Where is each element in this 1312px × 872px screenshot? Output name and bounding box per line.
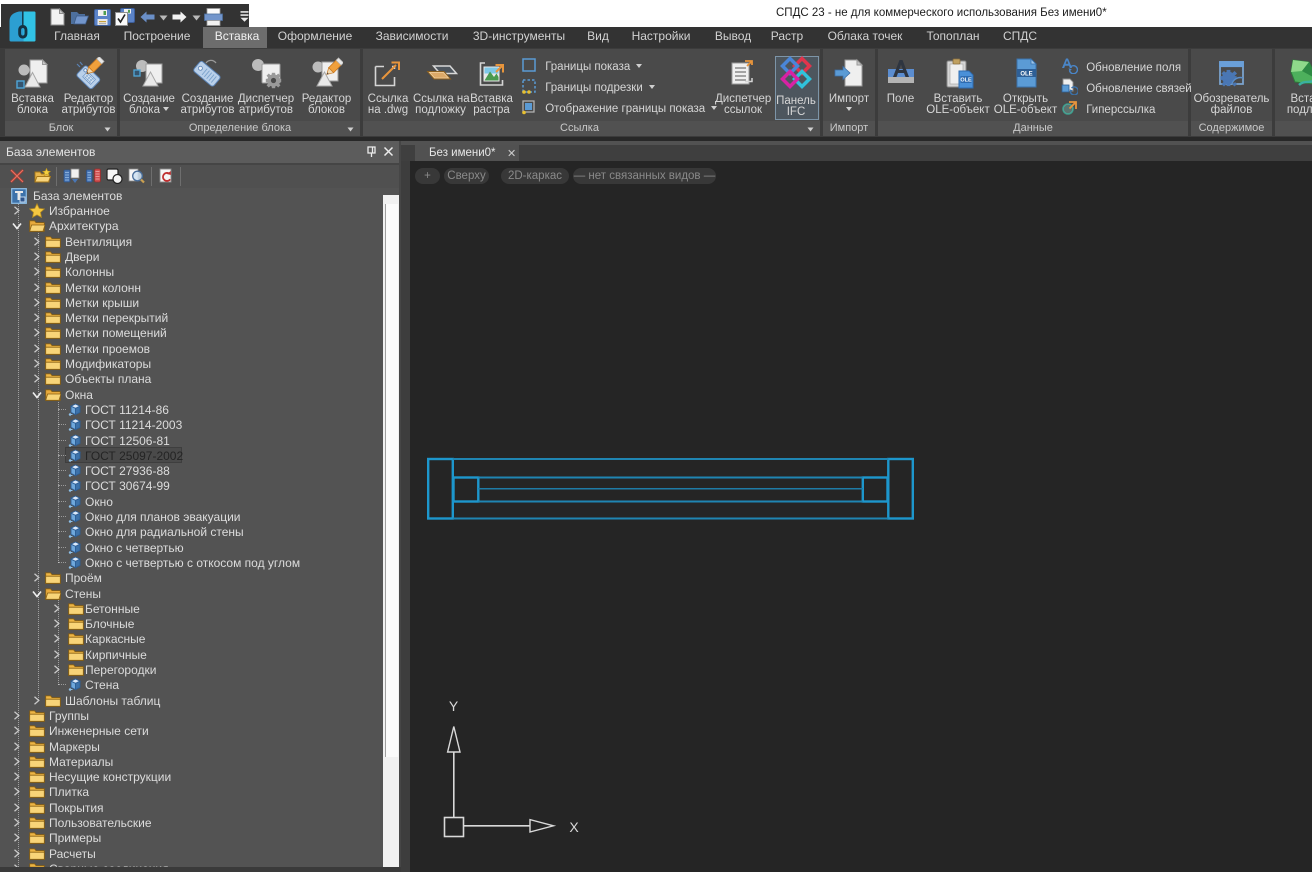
svg-text:Y: Y <box>449 698 459 714</box>
svg-text:OLE: OLE <box>960 78 972 84</box>
svg-text:OLE: OLE <box>1020 71 1032 77</box>
svg-text:X: X <box>569 819 579 835</box>
